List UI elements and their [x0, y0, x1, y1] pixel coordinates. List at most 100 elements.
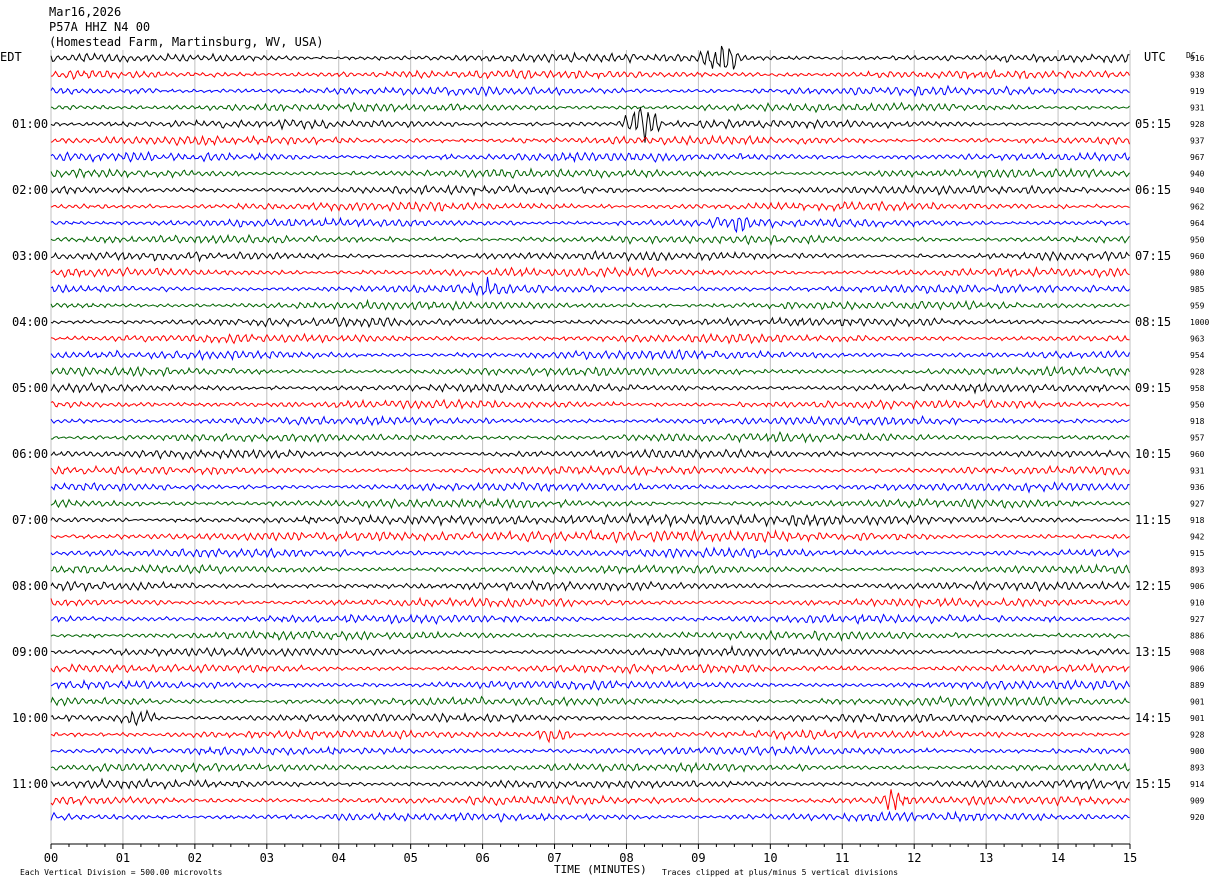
header-date: Mar16,2026 [49, 5, 121, 19]
right-time-label: 07:15 [1135, 249, 1171, 263]
dc-value: 918 [1190, 417, 1205, 426]
dc-value: 906 [1190, 665, 1205, 674]
dc-value: 960 [1190, 252, 1205, 261]
dc-value: 901 [1190, 698, 1205, 707]
dc-value: 967 [1190, 153, 1205, 162]
dc-value: 958 [1190, 384, 1205, 393]
trace-32 [50, 579, 1130, 593]
right-time-label: 12:15 [1135, 579, 1171, 593]
left-time-label: 03:00 [12, 249, 48, 263]
dc-value: 931 [1190, 104, 1205, 113]
trace-29 [50, 528, 1130, 544]
trace-17 [50, 332, 1130, 345]
trace-30 [50, 546, 1130, 559]
x-tick-label: 11 [835, 851, 849, 865]
right-time-label: 05:15 [1135, 117, 1171, 131]
trace-26 [50, 481, 1130, 494]
left-time-labels: 01:00 02:00 03:00 04:00 05:00 06:00 07:00 08:00… [12, 117, 48, 791]
dc-value: 936 [1190, 483, 1205, 492]
trace-34 [50, 613, 1130, 626]
dc-value: 1000 [1190, 318, 1209, 327]
trace-40 [50, 709, 1130, 727]
minute-gridlines [50, 50, 1131, 844]
trace-12 [50, 250, 1130, 263]
trace-4 [50, 106, 1130, 143]
x-tick-label: 13 [979, 851, 993, 865]
dc-value: 954 [1190, 351, 1205, 360]
trace-41 [50, 728, 1130, 744]
trace-22 [50, 414, 1130, 427]
trace-23 [51, 431, 1130, 444]
dc-value: 909 [1190, 797, 1205, 806]
dc-value: 980 [1190, 269, 1205, 278]
x-axis-title: TIME (MINUTES) [554, 863, 647, 876]
left-time-label: 01:00 [12, 117, 48, 131]
trace-0 [50, 45, 1130, 70]
trace-19 [50, 365, 1130, 378]
dc-value: 908 [1190, 648, 1205, 657]
right-time-labels: 05:15 06:15 07:15 08:15 09:15 10:15 11:15 12:15… [1135, 117, 1171, 791]
trace-38 [50, 678, 1130, 691]
x-tick-label: 05 [403, 851, 417, 865]
dc-value: 938 [1190, 71, 1205, 80]
trace-6 [50, 150, 1130, 164]
trace-46 [50, 810, 1130, 823]
x-tick-label: 04 [332, 851, 346, 865]
left-time-label: 09:00 [12, 645, 48, 659]
trace-11 [50, 233, 1130, 246]
right-time-label: 09:15 [1135, 381, 1171, 395]
dc-value: 927 [1190, 615, 1205, 624]
right-time-label: 08:15 [1135, 315, 1171, 329]
dc-value: 931 [1190, 467, 1205, 476]
trace-13 [50, 266, 1130, 279]
trace-20 [50, 382, 1130, 395]
dc-value: 959 [1190, 302, 1205, 311]
trace-45 [50, 789, 1130, 811]
right-time-label: 06:15 [1135, 183, 1171, 197]
trace-14 [50, 276, 1130, 297]
x-tick-label: 02 [188, 851, 202, 865]
dc-value: 928 [1190, 120, 1205, 129]
trace-18 [50, 349, 1130, 362]
seismic-traces [50, 45, 1130, 823]
dc-value: 950 [1190, 236, 1205, 245]
right-time-label: 13:15 [1135, 645, 1171, 659]
left-time-label: 06:00 [12, 447, 48, 461]
x-axis: 00 01 02 03 04 05 06 07 08 09 10 11 12 13 14 15 [44, 843, 1137, 865]
trace-25 [50, 464, 1130, 477]
trace-42 [50, 744, 1130, 757]
trace-1 [50, 68, 1130, 80]
trace-21 [50, 398, 1130, 411]
dc-value: 963 [1190, 335, 1205, 344]
trace-36 [50, 644, 1130, 658]
left-timezone-label: EDT [0, 50, 22, 64]
trace-8 [50, 183, 1130, 197]
left-time-label: 07:00 [12, 513, 48, 527]
trace-3 [50, 101, 1130, 114]
dc-value: 957 [1190, 434, 1205, 443]
right-time-label: 15:15 [1135, 777, 1171, 791]
dc-value: 914 [1190, 780, 1205, 789]
helicorder-plot: Mar16,2026 P57A HHZ N4 00 (Homestead Far… [0, 5, 1209, 877]
trace-2 [50, 84, 1130, 98]
left-time-label: 04:00 [12, 315, 48, 329]
dc-value: 942 [1190, 533, 1205, 542]
dc-value: 901 [1190, 714, 1205, 723]
trace-7 [50, 167, 1130, 179]
left-time-label: 08:00 [12, 579, 48, 593]
trace-27 [50, 497, 1130, 510]
trace-37 [50, 662, 1130, 675]
x-tick-label: 00 [44, 851, 58, 865]
dc-value: 919 [1190, 87, 1205, 96]
dc-value: 937 [1190, 137, 1205, 146]
right-time-label: 11:15 [1135, 513, 1171, 527]
dc-value: 950 [1190, 401, 1205, 410]
clipping-note: Traces clipped at plus/minus 5 vertical … [662, 868, 898, 877]
x-tick-label: 09 [691, 851, 705, 865]
trace-31 [50, 563, 1130, 575]
dc-value: 889 [1190, 681, 1205, 690]
trace-35 [50, 629, 1130, 642]
left-time-label: 05:00 [12, 381, 48, 395]
trace-16 [50, 316, 1130, 329]
dc-value: 960 [1190, 450, 1205, 459]
